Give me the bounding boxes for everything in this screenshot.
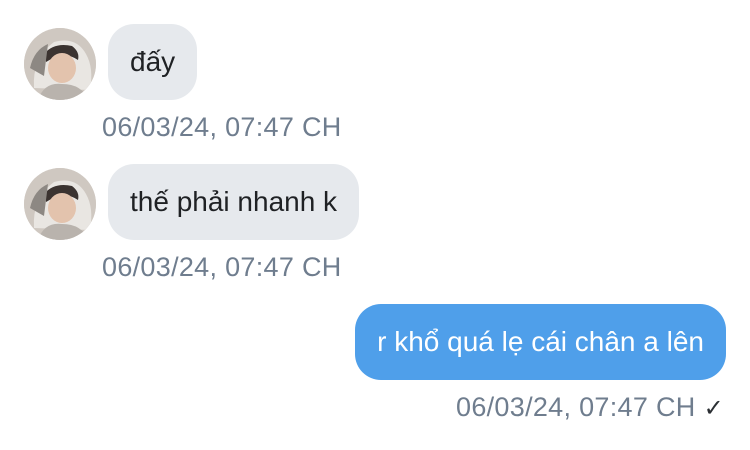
message-timestamp: 06/03/24, 07:47 CH [102,252,342,282]
chat-thread: đấy 06/03/24, 07:47 CH thế phải nhanh k … [0,0,750,450]
message-bubble-incoming[interactable]: đấy [108,24,198,100]
user-avatar-icon[interactable] [24,28,96,100]
message-timestamp: 06/03/24, 07:47 CH ✓ [456,392,724,422]
checkmark-icon: ✓ [703,395,724,422]
message-bubble-incoming[interactable]: thế phải nhanh k [108,164,360,240]
message-timestamp: 06/03/24, 07:47 CH [102,112,342,142]
user-avatar-icon[interactable] [24,168,96,240]
message-text: thế phải nhanh k [130,186,338,217]
message-bubble-outgoing[interactable]: r khổ quá lẹ cái chân a lên [355,304,726,380]
message-text: r khổ quá lẹ cái chân a lên [377,326,704,357]
message-text: đấy [130,46,176,77]
